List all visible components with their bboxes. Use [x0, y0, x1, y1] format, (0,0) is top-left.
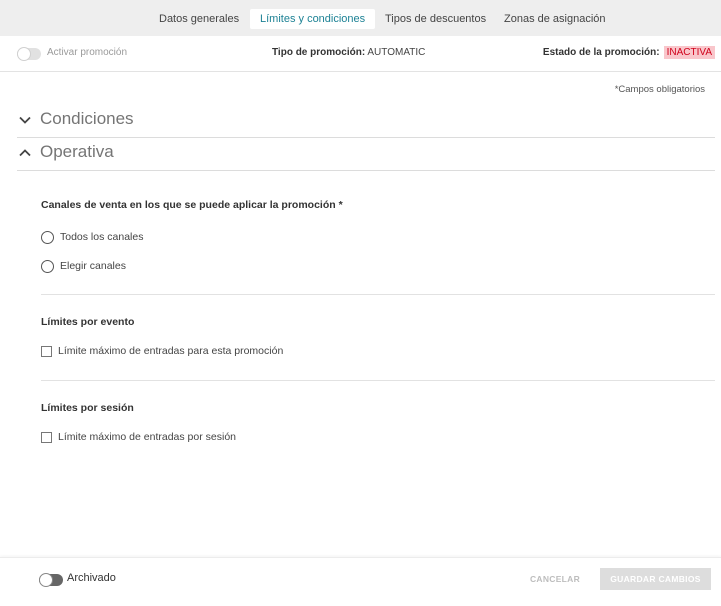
radio-circle[interactable] — [41, 260, 54, 273]
promotion-status: Estado de la promoción: INACTIVA — [543, 46, 715, 59]
event-limits-title: Límites por evento — [41, 316, 135, 328]
divider — [41, 380, 715, 381]
radio-all-channels[interactable]: Todos los canales — [41, 230, 171, 246]
event-limit-label: Límite máximo de entradas para esta prom… — [58, 345, 284, 357]
section-conditions-header[interactable]: Condiciones — [17, 105, 715, 138]
activate-promotion-label: Activar promoción — [47, 47, 128, 58]
event-limit-checkbox[interactable] — [41, 346, 52, 357]
toggle-knob — [17, 47, 31, 61]
cancel-button[interactable]: CANCELAR — [522, 568, 588, 590]
promotion-bar: Activar promoción Tipo de promoción: AUT… — [0, 36, 721, 72]
tab-datos-generales[interactable]: Datos generales — [149, 9, 249, 29]
chevron-up-icon — [19, 149, 31, 157]
promotion-type: Tipo de promoción: AUTOMATIC — [272, 47, 425, 58]
footer-bar: Archivado CANCELAR GUARDAR CAMBIOS — [0, 557, 721, 606]
section-operativa-header[interactable]: Operativa — [17, 138, 715, 171]
required-fields-note: *Campos obligatorios — [614, 84, 705, 95]
session-limits-title: Límites por sesión — [41, 402, 134, 414]
save-changes-button[interactable]: GUARDAR CAMBIOS — [600, 568, 711, 590]
promotion-status-label: Estado de la promoción: — [542, 47, 660, 58]
session-limit-label: Límite máximo de entradas por sesión — [58, 431, 237, 443]
archived-label: Archivado — [67, 572, 116, 584]
section-conditions-title: Condiciones — [40, 109, 134, 128]
promotion-type-value: AUTOMATIC — [367, 47, 426, 58]
toggle-knob — [39, 573, 53, 587]
tab-tipos-descuentos[interactable]: Tipos de descuentos — [375, 9, 496, 29]
sales-channels-title: Canales de venta en los que se puede apl… — [41, 199, 343, 211]
radio-circle[interactable] — [41, 231, 54, 244]
section-operativa-title: Operativa — [40, 142, 114, 161]
radio-choose-channels[interactable]: Elegir canales — [41, 259, 151, 275]
session-limit-checkbox-row[interactable]: Límite máximo de entradas por sesión — [41, 430, 261, 446]
tab-zonas-asignacion[interactable]: Zonas de asignación — [494, 9, 616, 29]
chevron-down-icon — [19, 116, 31, 124]
event-limit-checkbox-row[interactable]: Límite máximo de entradas para esta prom… — [41, 344, 301, 360]
tab-limites-condiciones[interactable]: Límites y condiciones — [250, 9, 376, 29]
radio-choose-channels-label: Elegir canales — [60, 260, 126, 272]
radio-all-channels-label: Todos los canales — [60, 231, 144, 243]
session-limit-checkbox[interactable] — [41, 432, 52, 443]
tab-bar: Datos generales Límites y condiciones Ti… — [0, 0, 721, 36]
activate-promotion-toggle[interactable] — [17, 47, 41, 61]
archived-toggle[interactable] — [39, 573, 63, 587]
divider — [41, 294, 715, 295]
status-badge: INACTIVA — [663, 46, 715, 59]
promotion-type-label: Tipo de promoción: — [272, 47, 366, 58]
